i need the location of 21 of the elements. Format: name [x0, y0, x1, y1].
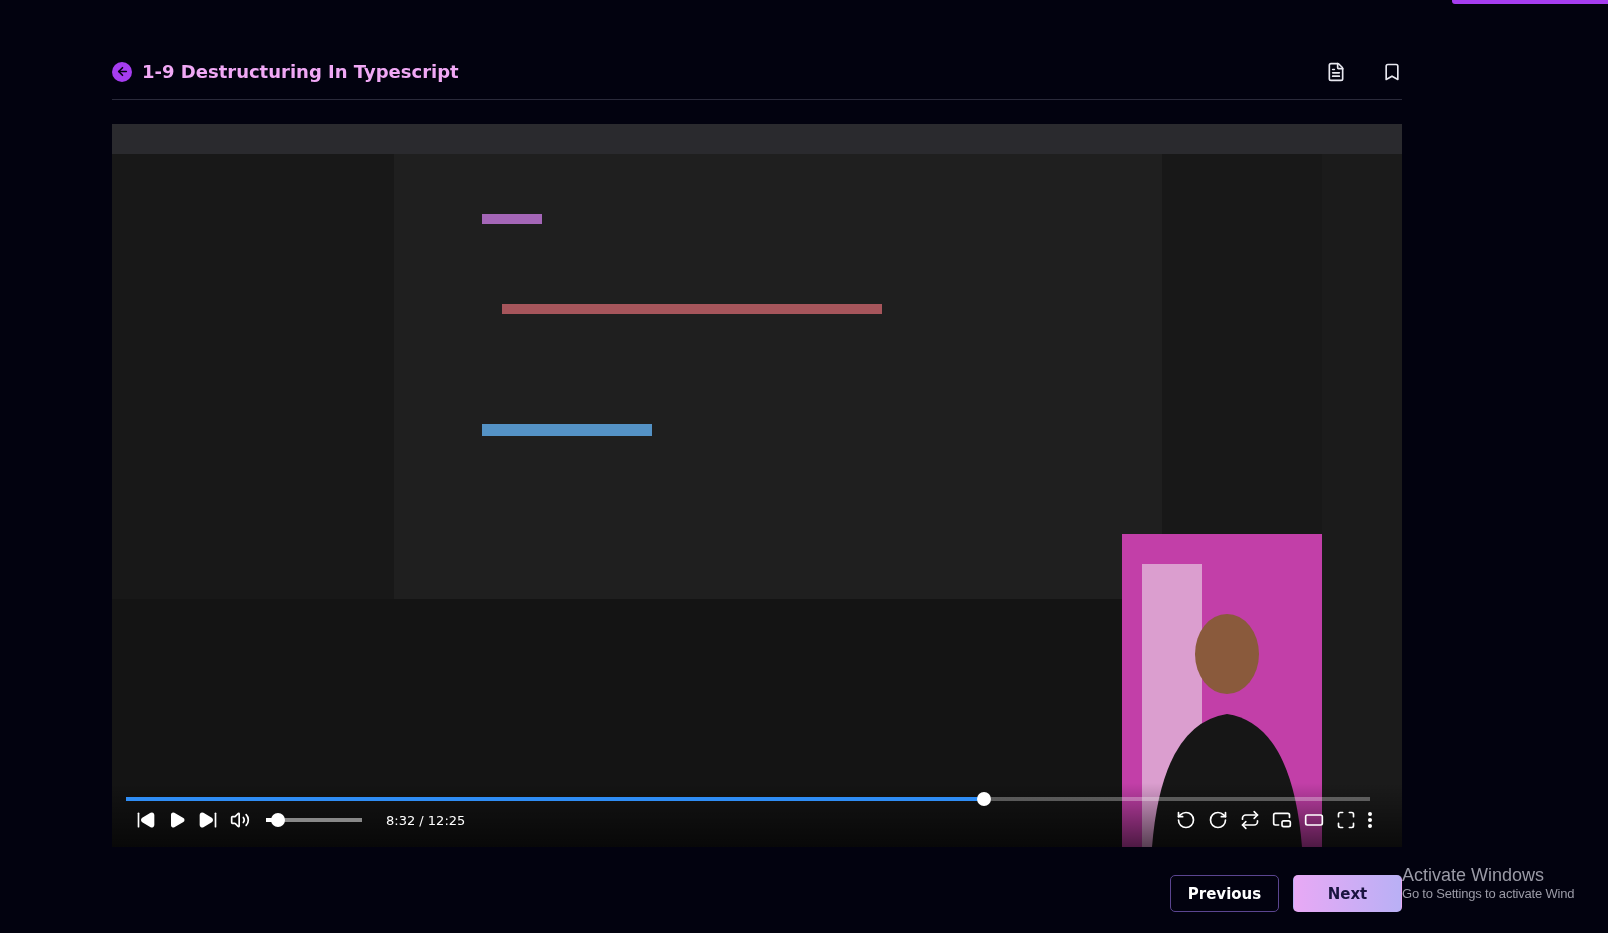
time-display: 8:32 / 12:25: [386, 812, 467, 828]
volume-button[interactable]: [230, 810, 250, 830]
play-button[interactable]: [168, 811, 186, 829]
loop-button[interactable]: [1240, 810, 1260, 830]
lesson-title: 1-9 Destructuring In Typescript: [142, 61, 460, 82]
rewind-button[interactable]: [1176, 810, 1196, 830]
more-icon: [1368, 812, 1372, 828]
more-button[interactable]: [1368, 812, 1372, 828]
document-icon[interactable]: [1326, 61, 1346, 82]
next-button[interactable]: Next: [1293, 875, 1402, 912]
back-icon[interactable]: [112, 61, 132, 82]
watermark-title: Activate Windows: [1402, 865, 1545, 886]
picture-in-picture-button[interactable]: [1272, 810, 1292, 830]
bookmark-icon[interactable]: [1382, 61, 1402, 82]
previous-button[interactable]: Previous: [1170, 875, 1279, 912]
skip-back-button[interactable]: [136, 810, 156, 830]
forward-button[interactable]: [1208, 810, 1228, 830]
fullscreen-button[interactable]: [1336, 810, 1356, 830]
video-player[interactable]: 8:32 / 12:25: [112, 124, 1402, 847]
skip-forward-button[interactable]: [198, 810, 218, 830]
watermark-subtitle: Go to Settings to activate Wind: [1402, 886, 1575, 901]
